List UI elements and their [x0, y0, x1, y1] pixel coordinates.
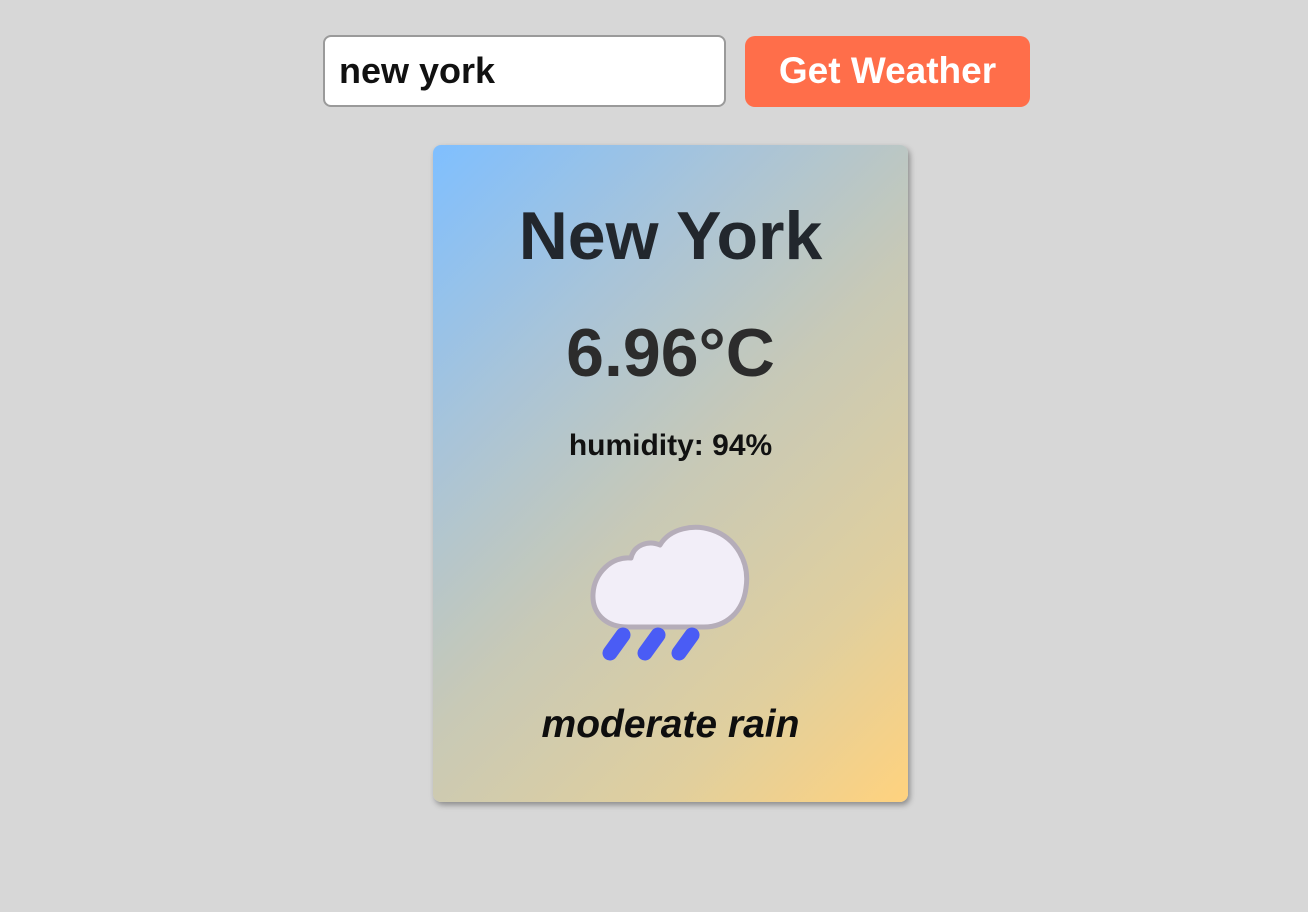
city-name: New York: [518, 198, 823, 274]
rain-cloud-icon-graphic: [590, 524, 750, 661]
humidity: humidity: 94%: [568, 429, 773, 462]
cloud-shape: [590, 524, 750, 630]
weather-description: moderate rain: [541, 703, 800, 746]
city-search-input[interactable]: [323, 35, 726, 107]
rain-drop: [602, 627, 631, 661]
rain-cloud-icon: [586, 520, 756, 670]
temperature: 6.96°C: [566, 315, 775, 391]
rain-drop: [637, 627, 666, 661]
get-weather-button[interactable]: Get Weather: [745, 35, 1030, 107]
search-bar: Get Weather: [323, 35, 1030, 107]
rain-drop: [671, 627, 700, 661]
